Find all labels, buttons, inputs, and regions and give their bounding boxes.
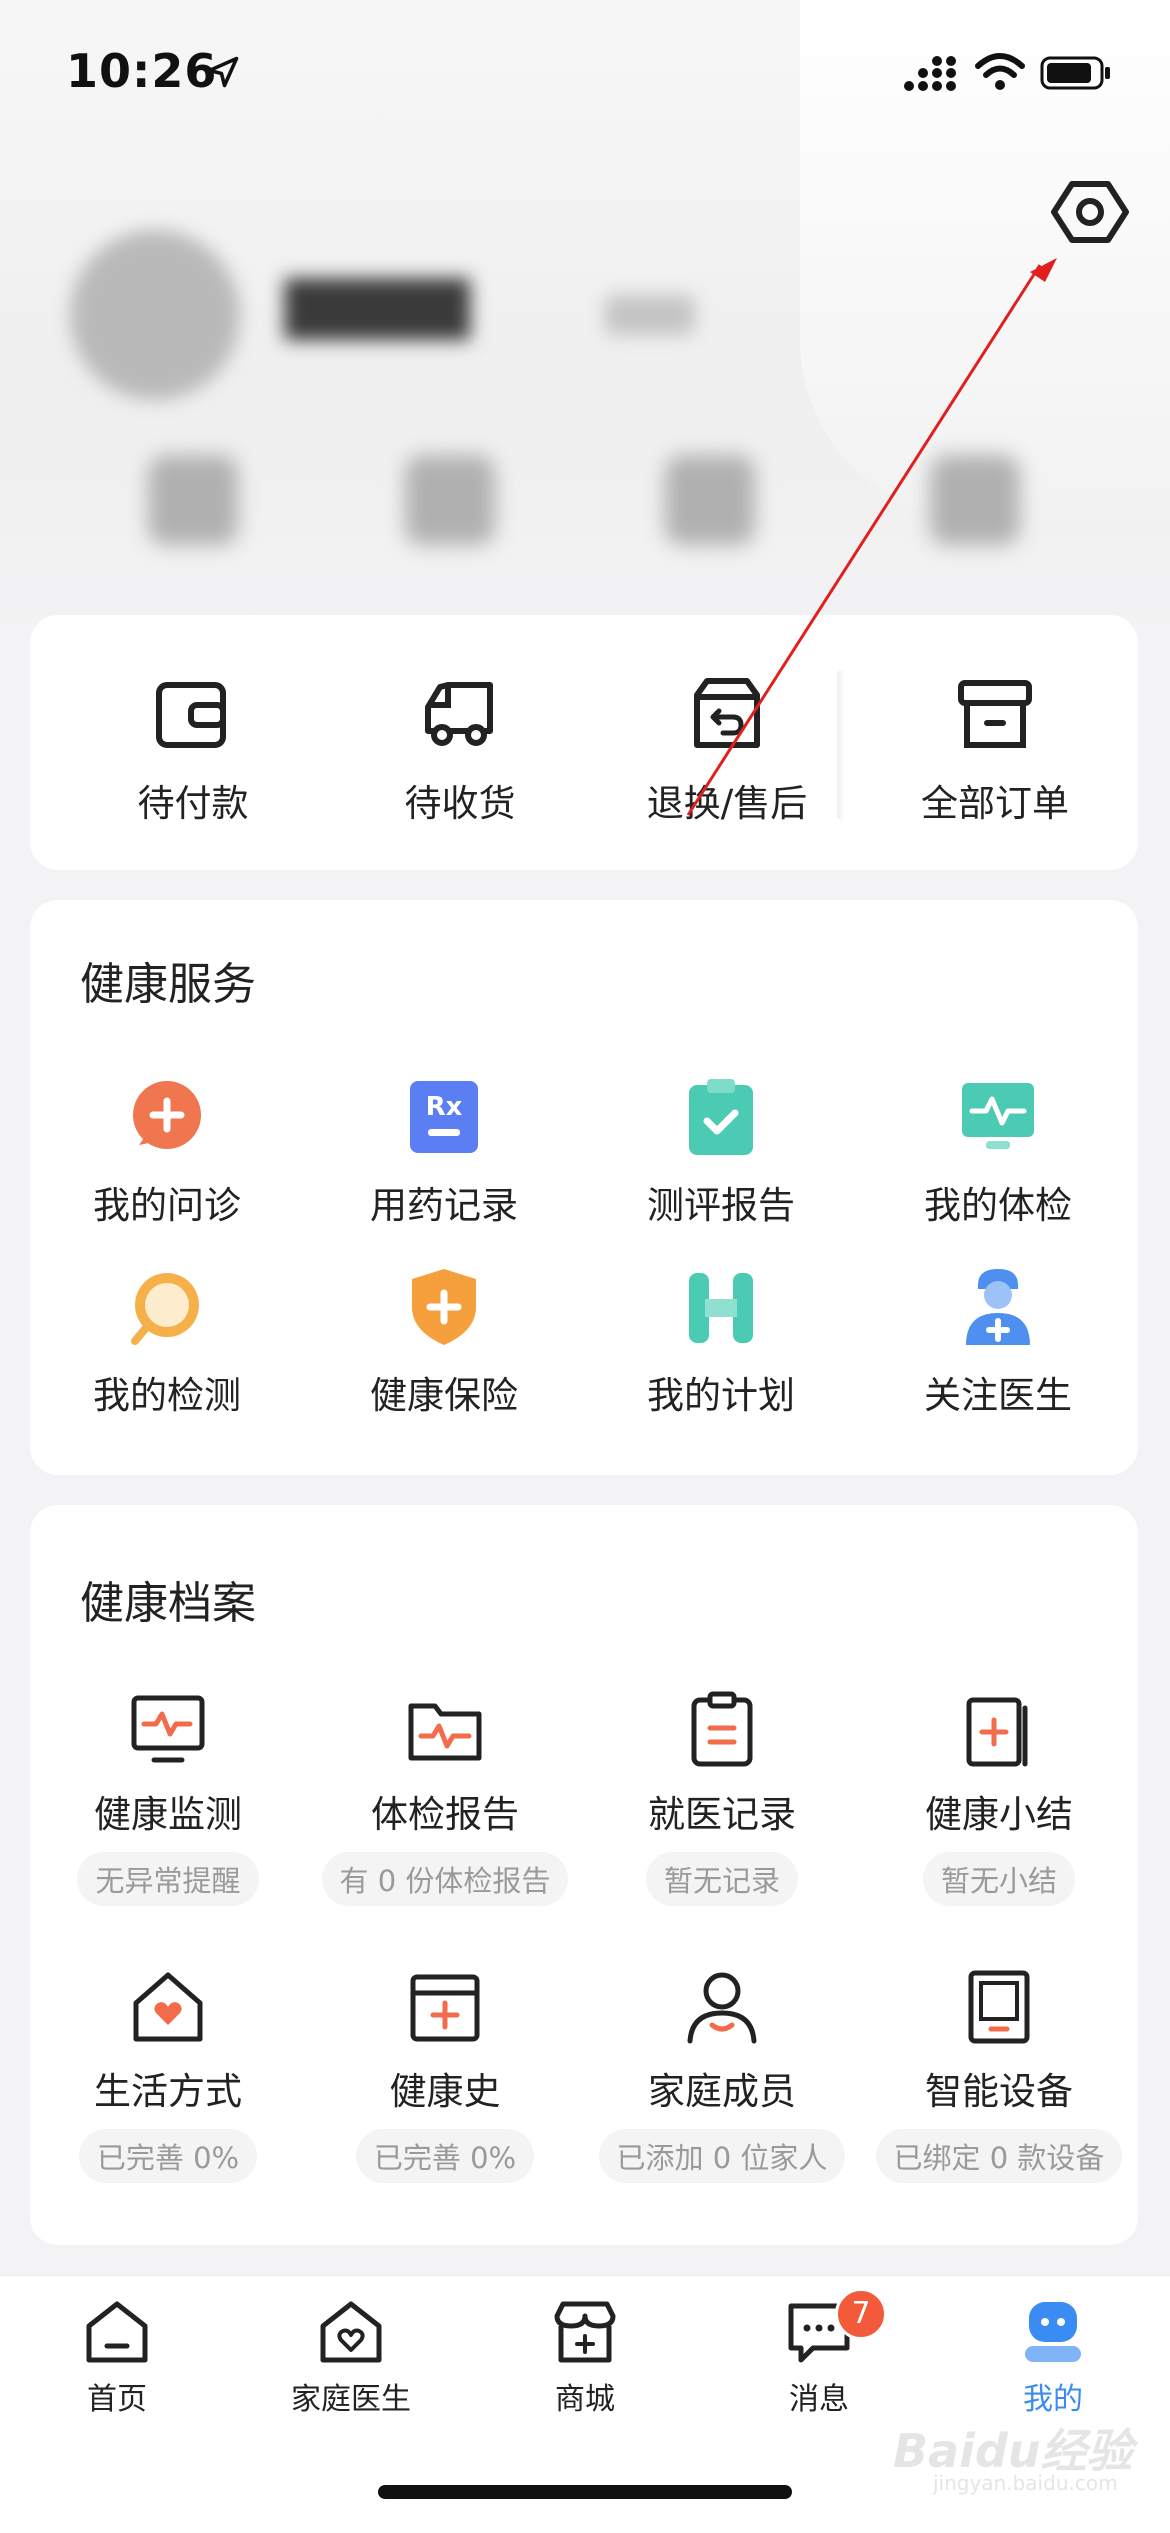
document-plus-icon xyxy=(966,1697,1028,1767)
user-profile[interactable]: ▇▇▇▇ xyxy=(60,210,760,410)
record-health-summary[interactable]: 健康小结 暂无小结 xyxy=(861,1690,1137,1906)
archive-box-icon xyxy=(958,680,1032,748)
home-heart-icon xyxy=(320,2301,382,2363)
house-heart-icon xyxy=(133,1972,203,2042)
home-indicator xyxy=(378,2485,792,2499)
service-my-plan[interactable]: 我的计划 xyxy=(591,1265,851,1419)
record-medical-visits[interactable]: 就医记录 暂无记录 xyxy=(584,1690,860,1906)
status-bar: 10:26 xyxy=(0,0,1170,150)
rx-icon: Rx xyxy=(410,1081,478,1153)
tab-messages[interactable]: 7 消息 xyxy=(702,2288,936,2418)
status-time: 10:26 xyxy=(66,44,218,98)
settings-gear-icon[interactable] xyxy=(1050,172,1130,252)
record-smart-devices[interactable]: 智能设备 已绑定 0 款设备 xyxy=(861,1967,1137,2183)
signal-icon xyxy=(904,56,956,91)
svg-text:Rx: Rx xyxy=(426,1092,463,1122)
monitor-icon xyxy=(131,1695,205,1763)
order-all[interactable]: 全部订单 xyxy=(880,675,1110,827)
service-my-checkup[interactable]: 我的体检 xyxy=(868,1075,1128,1229)
service-medication-record[interactable]: Rx 用药记录 xyxy=(314,1075,574,1229)
health-records-title: 健康档案 xyxy=(80,1578,256,1629)
service-health-insurance[interactable]: 健康保险 xyxy=(314,1265,574,1419)
quick-stats-blurred xyxy=(0,420,1170,560)
health-records-card: 健康档案 健康监测 无异常提醒 体检报告 有 0 份体检报告 就医记录 暂无记录 xyxy=(30,1505,1138,2245)
health-services-card: 健康服务 我的问诊 Rx 用药记录 测评报告 我的体检 我的检测 健康保险 我的… xyxy=(30,900,1138,1475)
service-assessment-report[interactable]: 测评报告 xyxy=(591,1075,851,1229)
record-checkup-report[interactable]: 体检报告 有 0 份体检报告 xyxy=(307,1690,583,1906)
order-pending-payment[interactable]: 待付款 xyxy=(78,675,308,827)
battery-icon xyxy=(1040,56,1110,90)
profile-robot-icon xyxy=(1025,2302,1081,2362)
delivery-truck-icon xyxy=(425,682,493,746)
person-icon xyxy=(687,1972,757,2044)
shop-icon xyxy=(554,2301,616,2363)
record-medical-history[interactable]: 健康史 已完善 0% xyxy=(307,1967,583,2183)
tab-family-doctor[interactable]: 家庭医生 xyxy=(234,2296,468,2418)
baidu-watermark: Baidu经验 jingyan.baidu.com xyxy=(893,2424,1133,2495)
service-my-test[interactable]: 我的检测 xyxy=(37,1265,297,1419)
location-arrow-icon xyxy=(207,56,239,88)
monitor-pulse-icon xyxy=(962,1083,1034,1149)
consultation-icon xyxy=(133,1081,201,1149)
folder-pulse-icon xyxy=(408,1703,482,1761)
tab-me[interactable]: 我的 xyxy=(936,2296,1170,2418)
device-icon xyxy=(968,1970,1030,2044)
tab-shop[interactable]: 商城 xyxy=(468,2296,702,2418)
user-name-blurred: ▇▇▇▇ xyxy=(285,270,470,340)
record-health-monitoring[interactable]: 健康监测 无异常提醒 xyxy=(30,1690,306,1906)
clipboard-check-icon xyxy=(689,1079,753,1155)
shield-plus-icon xyxy=(412,1269,476,1345)
doctor-icon xyxy=(966,1269,1030,1345)
wallet-icon xyxy=(156,682,226,748)
order-returns[interactable]: 退换/售后 xyxy=(612,675,842,827)
magnifier-icon xyxy=(131,1273,199,1345)
tab-home[interactable]: 首页 xyxy=(0,2296,234,2418)
service-my-consultation[interactable]: 我的问诊 xyxy=(37,1075,297,1229)
order-divider xyxy=(837,670,845,820)
record-lifestyle[interactable]: 生活方式 已完善 0% xyxy=(30,1967,306,2183)
calendar-plus-icon xyxy=(410,1974,480,2042)
return-box-icon xyxy=(694,678,760,748)
home-icon xyxy=(86,2301,148,2363)
order-pending-receipt[interactable]: 待收货 xyxy=(345,675,575,827)
wifi-icon xyxy=(975,53,1025,90)
plan-h-icon xyxy=(689,1273,753,1343)
avatar[interactable] xyxy=(70,230,240,400)
message-badge: 7 xyxy=(835,2288,887,2340)
record-family-members[interactable]: 家庭成员 已添加 0 位家人 xyxy=(584,1967,860,2183)
orders-card: 待付款 待收货 退换/售后 全部订单 xyxy=(30,615,1138,870)
health-services-title: 健康服务 xyxy=(80,959,256,1010)
service-follow-doctor[interactable]: 关注医生 xyxy=(868,1265,1128,1419)
clipboard-icon xyxy=(691,1691,753,1767)
user-tag xyxy=(605,295,695,335)
